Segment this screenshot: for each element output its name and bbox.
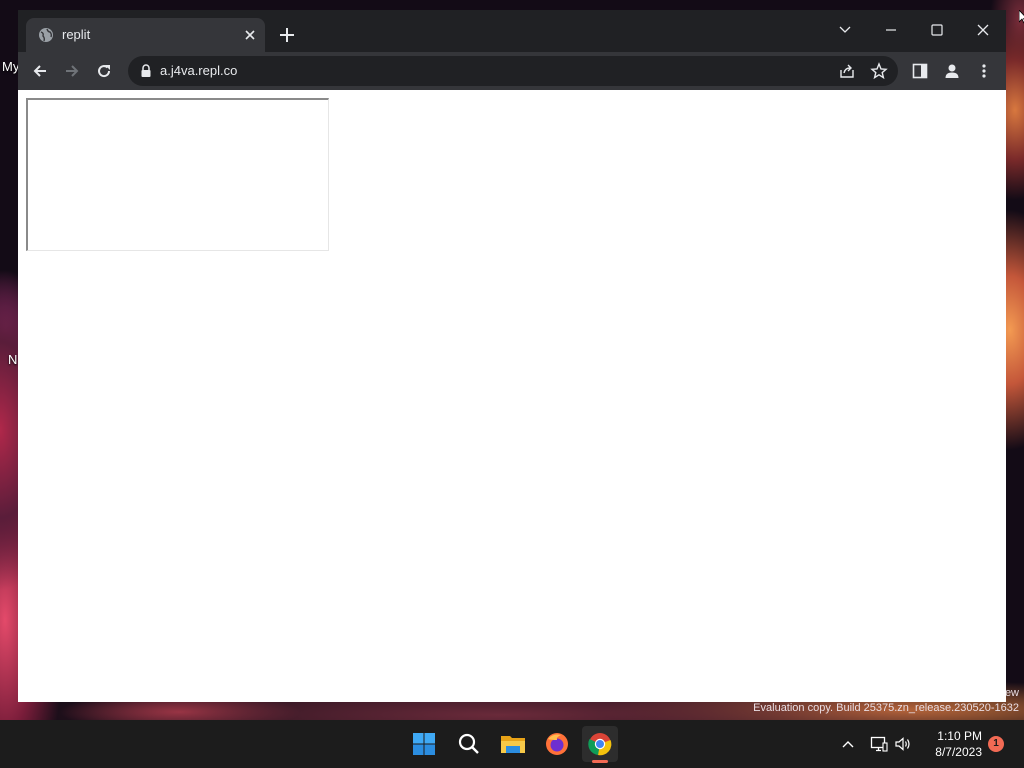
desktop-icon-label[interactable]: My xyxy=(2,59,19,74)
plus-icon[interactable] xyxy=(278,26,296,44)
minimize-icon[interactable] xyxy=(877,16,905,44)
desktop-icon-label[interactable]: N xyxy=(8,352,17,367)
clock-time: 1:10 PM xyxy=(937,729,982,743)
volume-icon[interactable] xyxy=(893,734,913,754)
tab-strip: replit xyxy=(18,10,1006,52)
url-text[interactable]: a.j4va.repl.co xyxy=(160,63,237,78)
notification-badge[interactable]: 1 xyxy=(988,736,1004,752)
watermark-line: ew xyxy=(1004,687,1019,699)
tab-title: replit xyxy=(62,27,91,42)
maximize-icon[interactable] xyxy=(923,16,951,44)
embedded-frame[interactable] xyxy=(26,98,329,251)
browser-window: replit a.j4va.repl.co xyxy=(18,10,1006,702)
taskbar: 1:10 PM 8/7/2023 1 xyxy=(0,720,1024,768)
file-explorer-icon[interactable] xyxy=(495,726,531,762)
clock-date: 8/7/2023 xyxy=(935,745,982,759)
search-icon[interactable] xyxy=(451,726,487,762)
reload-icon[interactable] xyxy=(93,60,115,82)
arrow-right-icon[interactable] xyxy=(61,60,83,82)
windows-start-icon[interactable] xyxy=(406,726,442,762)
tab-replit[interactable]: replit xyxy=(26,18,265,52)
chevron-up-icon[interactable] xyxy=(838,734,858,754)
chevron-down-icon[interactable] xyxy=(831,16,859,44)
network-icon[interactable] xyxy=(869,734,889,754)
chrome-icon[interactable] xyxy=(582,726,618,762)
address-bar[interactable]: a.j4va.repl.co xyxy=(128,56,898,86)
page-viewport xyxy=(18,90,1006,702)
browser-toolbar: a.j4va.repl.co xyxy=(18,52,1006,90)
globe-icon xyxy=(38,27,54,43)
arrow-left-icon[interactable] xyxy=(29,60,51,82)
firefox-icon[interactable] xyxy=(539,726,575,762)
lock-icon[interactable] xyxy=(140,64,152,78)
close-icon[interactable] xyxy=(242,27,258,43)
active-app-indicator xyxy=(592,760,608,763)
watermark-build: Evaluation copy. Build 25375.zn_release.… xyxy=(753,702,1019,714)
profile-icon[interactable] xyxy=(941,60,963,82)
side-panel-icon[interactable] xyxy=(909,60,931,82)
mouse-cursor-icon xyxy=(1018,8,1024,24)
star-icon[interactable] xyxy=(870,62,888,80)
system-clock[interactable]: 1:10 PM 8/7/2023 xyxy=(922,728,982,760)
kebab-menu-icon[interactable] xyxy=(973,60,995,82)
close-icon[interactable] xyxy=(969,16,997,44)
share-icon[interactable] xyxy=(838,62,856,80)
